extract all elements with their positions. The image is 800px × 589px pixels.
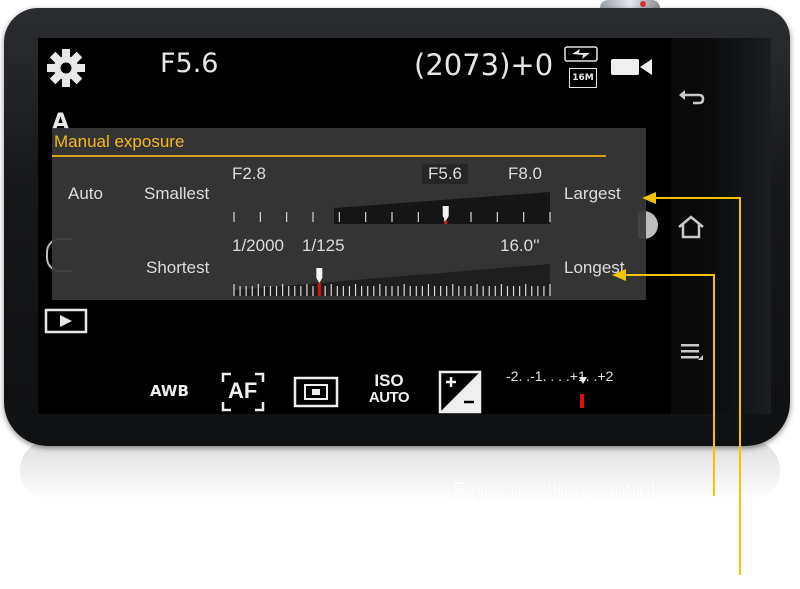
iso-button[interactable]: ISO AUTO	[364, 372, 414, 407]
slider-handle-indicator	[444, 221, 448, 224]
playback-icon[interactable]	[44, 308, 90, 334]
callout-arrow-largest	[642, 192, 656, 204]
metering-icon[interactable]	[293, 376, 339, 408]
android-nav-bar	[671, 38, 711, 414]
iso-label: ISO	[374, 371, 404, 390]
callout-line-largest-v	[739, 197, 741, 575]
exposure-time-caption: Exposure time control	[452, 479, 656, 502]
callout-line-longest-v	[713, 274, 715, 496]
callout-line-largest-h	[650, 197, 740, 199]
camera-screen: F5.6 (2073)+0 16M A Manual exposure Auto…	[38, 38, 671, 414]
back-icon[interactable]	[671, 86, 711, 114]
resolution-badge: 16M	[569, 68, 597, 88]
shutter-scale-start: 1/2000	[232, 236, 284, 255]
exposure-compensation-icon[interactable]	[438, 370, 482, 414]
aperture-slider[interactable]	[232, 188, 552, 228]
video-camera-icon[interactable]	[610, 56, 654, 78]
gear-icon[interactable]	[46, 48, 86, 88]
menu-icon[interactable]	[671, 342, 711, 368]
panel-title-rule	[52, 155, 606, 157]
awb-button[interactable]: AWB	[150, 382, 189, 400]
ev-indicator-bar	[580, 394, 584, 408]
callout-line-longest-h	[620, 274, 715, 276]
callout-arrow-longest	[612, 269, 626, 281]
iso-value: AUTO	[368, 389, 410, 406]
shots-remaining: (2073)+0	[414, 48, 554, 82]
ev-scale: -2. .-1. . . .+1. .+2	[506, 368, 614, 384]
slider-handle-thumb[interactable]	[316, 268, 323, 283]
aperture-readout: F5.6	[160, 48, 219, 79]
shutter-scale-current: 1/125	[302, 236, 345, 255]
shutter-scale-end: 16.0''	[500, 236, 540, 255]
af-label: AF	[228, 378, 258, 403]
home-icon[interactable]	[671, 214, 711, 246]
slider-handle-indicator	[317, 283, 321, 296]
aperture-scale-end: F8.0	[508, 164, 543, 183]
flash-icon[interactable]	[564, 46, 598, 62]
shutter-indicator	[640, 1, 646, 7]
aperture-largest-label: Largest	[564, 184, 621, 203]
manual-exposure-panel: Manual exposure Auto Smallest F2.8 F5.6 …	[52, 128, 646, 300]
shutter-slider[interactable]	[232, 256, 552, 300]
camera-reflection	[20, 440, 780, 500]
aperture-smallest-label: Smallest	[144, 184, 210, 203]
panel-title: Manual exposure	[54, 132, 185, 151]
aperture-auto-button[interactable]: Auto	[68, 184, 103, 204]
af-button[interactable]: AF	[221, 372, 265, 412]
aperture-scale-current: F5.6	[422, 164, 469, 184]
shutter-shortest-label: Shortest	[146, 258, 210, 277]
aperture-scale-start: F2.8	[232, 164, 267, 183]
side-bezel	[711, 38, 771, 414]
